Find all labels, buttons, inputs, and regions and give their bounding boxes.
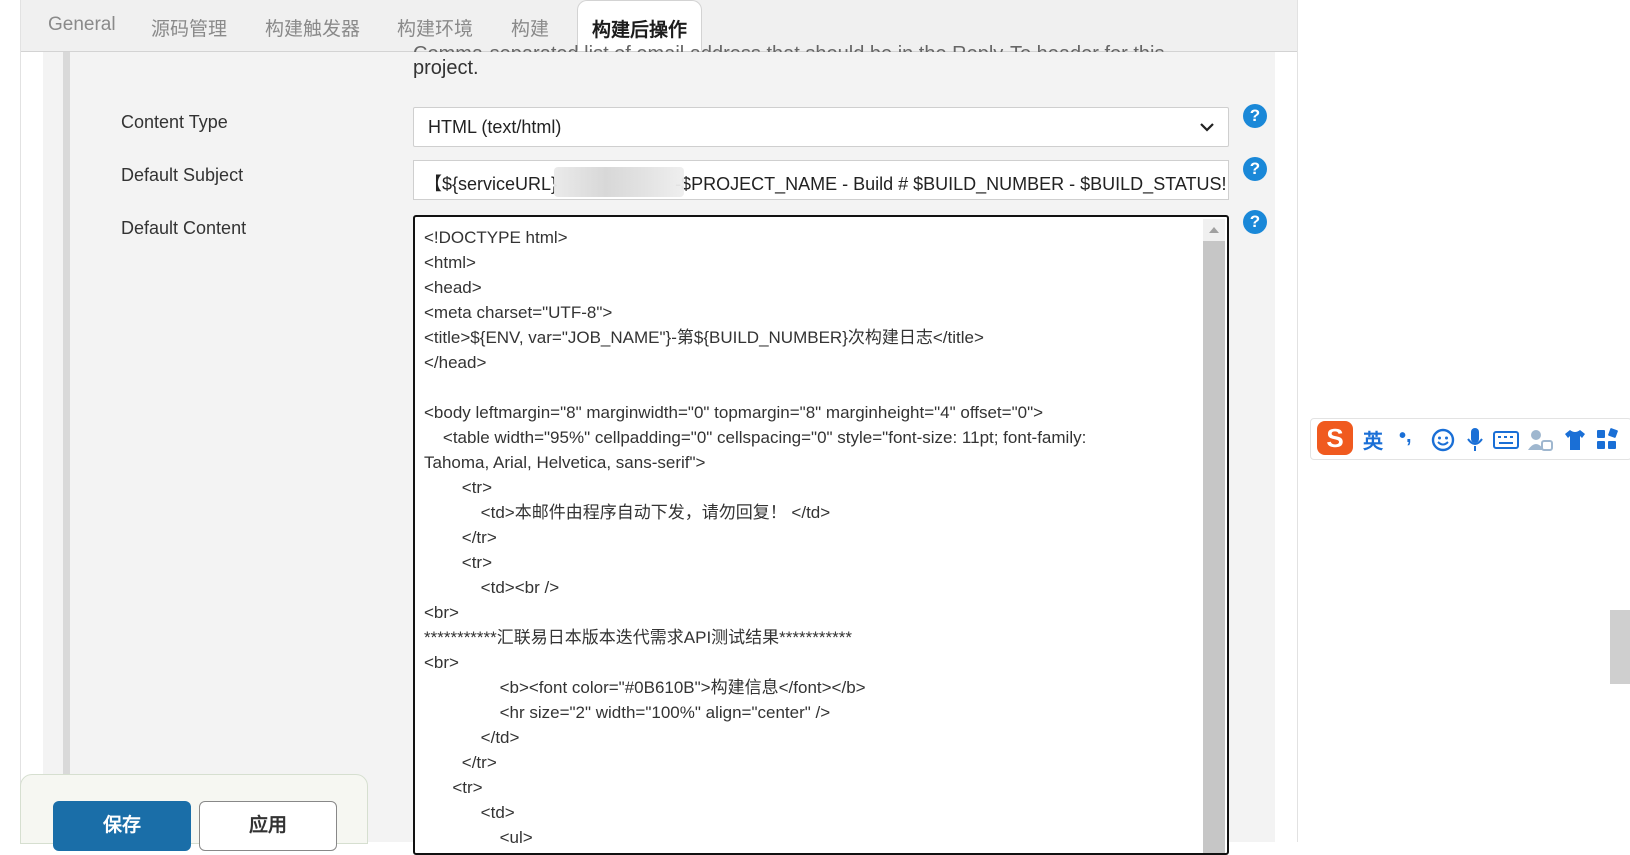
tab-scm[interactable]: 源码管理 — [151, 14, 227, 41]
section-indent-bar — [63, 52, 70, 842]
default-content-help-icon[interactable]: ? — [1243, 210, 1267, 234]
microphone-icon[interactable] — [1465, 427, 1485, 453]
reply-to-description: Comma-separated list of email address th… — [413, 38, 1213, 84]
redaction-blur — [554, 167, 684, 197]
skin-shirt-icon[interactable] — [1563, 428, 1587, 452]
emoji-icon[interactable] — [1431, 428, 1455, 452]
user-tools-icon[interactable] — [1527, 428, 1553, 452]
content-type-value: HTML (text/html) — [428, 117, 562, 137]
default-content-text: <!DOCTYPE html> <html> <head> <meta char… — [424, 228, 1087, 847]
toolbox-grid-icon[interactable] — [1595, 428, 1619, 452]
textarea-scrollbar[interactable] — [1203, 219, 1225, 853]
content-type-help-icon[interactable]: ? — [1243, 104, 1267, 128]
default-subject-help-icon[interactable]: ? — [1243, 157, 1267, 181]
page-left-margin — [0, 0, 20, 842]
tab-build-environment[interactable]: 构建环境 — [397, 14, 473, 41]
default-subject-input[interactable]: 【${serviceURL} -$PROJECT_NAME - Build # $… — [413, 160, 1229, 200]
default-content-textarea[interactable]: <!DOCTYPE html> <html> <head> <meta char… — [413, 215, 1229, 855]
keyboard-icon[interactable] — [1493, 430, 1519, 450]
reply-to-description-line1: Comma-separated list of email address th… — [413, 43, 1165, 52]
tab-general[interactable]: General — [48, 14, 116, 36]
tab-build[interactable]: 构建 — [511, 14, 549, 41]
page-scrollbar-thumb[interactable] — [1610, 610, 1630, 684]
reply-to-description-line2: project. — [413, 57, 479, 79]
default-subject-suffix: -$PROJECT_NAME - Build # $BUILD_NUMBER -… — [675, 174, 1227, 194]
default-content-label: Default Content — [121, 218, 247, 238]
content-type-select[interactable]: HTML (text/html) — [413, 107, 1229, 147]
default-subject-prefix: 【${serviceURL} — [424, 174, 558, 194]
scroll-up-arrow-icon[interactable] — [1203, 219, 1225, 241]
bottom-action-bar: 保存 应用 — [20, 774, 368, 851]
chevron-down-icon — [1200, 123, 1214, 132]
sogou-logo-icon[interactable]: S — [1317, 421, 1353, 455]
apply-button[interactable]: 应用 — [199, 801, 337, 851]
content-type-label: Content Type — [121, 112, 228, 132]
default-subject-label: Default Subject — [121, 165, 244, 185]
config-panel: General 源码管理 构建触发器 构建环境 构建 构建后操作 Comma-s… — [20, 0, 1298, 855]
post-build-section: Comma-separated list of email address th… — [43, 43, 1275, 855]
tab-build-triggers[interactable]: 构建触发器 — [265, 14, 360, 41]
ime-punctuation-toggle[interactable]: •, — [1399, 425, 1412, 448]
save-button[interactable]: 保存 — [53, 801, 191, 851]
ime-language-toggle[interactable]: 英 — [1363, 425, 1383, 454]
ime-toolbar: S 英 •, — [1310, 418, 1630, 460]
